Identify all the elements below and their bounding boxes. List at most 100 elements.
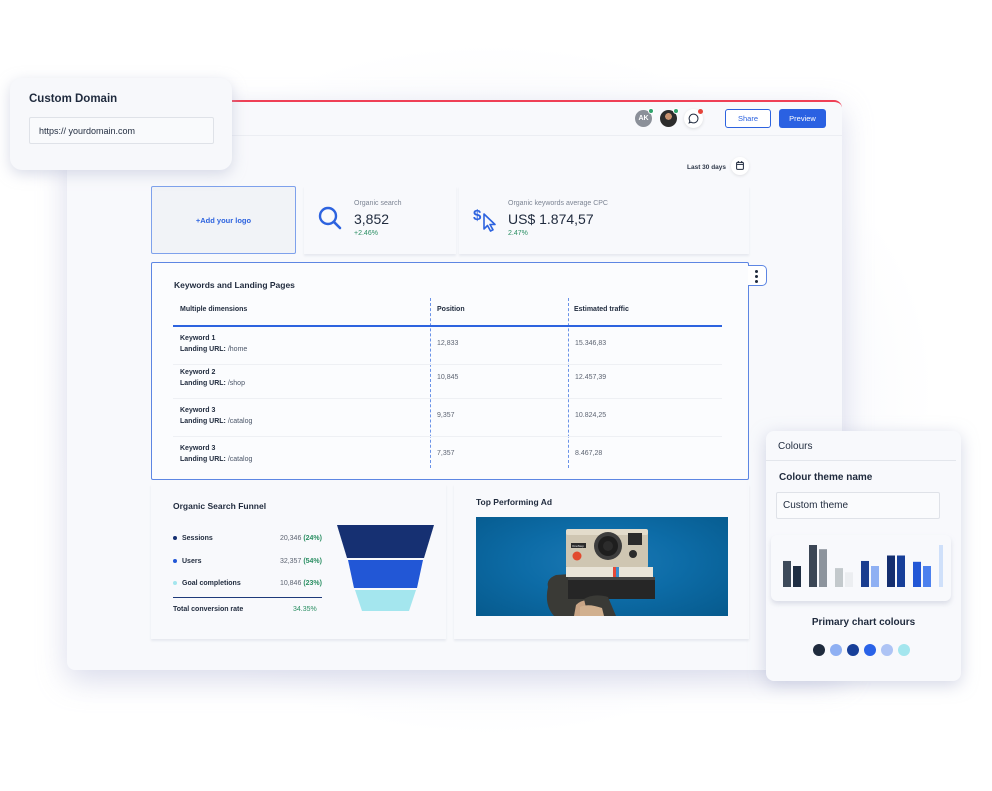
funnel-value: 32,357 [279,558,302,565]
colour-swatch-3[interactable] [847,644,859,656]
funnel-stage-sessions[interactable] [337,525,434,558]
preview-bar-3-1 [871,566,879,587]
preview-bar-1-0 [809,545,817,587]
landing-url-cell: Landing URL: /home [180,346,247,353]
primary-chart-colours-label: Primary chart colours [811,617,916,628]
position-cell: 10,845 [437,374,459,381]
preview-bar-5-0 [913,561,921,587]
colour-swatch-5[interactable] [881,644,893,656]
avatar-initials: AK [638,115,649,122]
position-cell: 7,357 [437,450,455,457]
funnel-item-value: 32,357 (54%) [280,558,322,565]
funnel-legend-item: Sessions [173,535,213,542]
table-row[interactable]: Keyword 1 Landing URL: /home 12,833 15.3… [173,327,722,365]
traffic-cell: 12.457,39 [575,374,607,381]
preview-bar-4-0 [887,555,895,587]
funnel-chart [337,525,434,611]
ad-image[interactable]: OneStep [476,517,728,616]
funnel-item-value: 10,846 (23%) [280,580,322,587]
preview-bar-0-0 [783,560,791,587]
funnel-value: 10,846 [279,580,302,587]
organic-search-funnel-widget[interactable]: Organic Search Funnel Sessions 20,346 (2… [151,484,446,639]
table-row[interactable]: Keyword 2 Landing URL: /shop 10,845 12.4… [173,361,722,399]
keyword-cell: Keyword 3 [180,445,216,452]
funnel-legend-item: Users [173,558,201,565]
search-icon [318,206,342,230]
funnel-item-label: Goal completions [182,580,241,587]
widget-more-button[interactable] [748,265,767,286]
colour-swatch-1[interactable] [813,644,825,656]
primary-colour-swatches [813,644,910,656]
kebab-dot [755,275,758,278]
colour-swatch-2[interactable] [830,644,842,656]
total-rule [173,597,322,598]
add-logo-label: +Add your logo [195,216,252,225]
preview-bar-4-1 [897,555,905,587]
svg-text:$: $ [473,207,482,224]
avatar-photo[interactable] [660,108,679,127]
theme-name-input[interactable] [776,492,940,519]
widget-title: Top Performing Ad [476,497,553,507]
funnel-stage-users[interactable] [348,560,423,588]
traffic-cell: 15.346,83 [575,340,607,347]
share-button[interactable]: Share [725,109,771,128]
top-performing-ad-widget[interactable]: Top Performing Ad OneStep [454,484,749,639]
preview-bar-2-1 [845,572,853,587]
landing-url-label: Landing URL: [180,346,226,353]
camera-badge: OneStep [572,544,584,548]
custom-domain-input[interactable] [29,117,214,144]
landing-url-cell: Landing URL: /catalog [180,418,252,425]
keyword-cell: Keyword 3 [180,407,216,414]
funnel-stage-goal-completions[interactable] [355,590,416,611]
kpi-label: Organic search [354,200,402,207]
keyword-cell: Keyword 2 [180,369,216,376]
preview-button[interactable]: Preview [779,109,826,128]
traffic-cell: 8.467,28 [575,450,603,457]
divider [766,460,956,461]
custom-domain-card: Custom Domain [10,78,232,170]
kpi-keywords-cpc: $ Organic keywords average CPC US$ 1.874… [459,186,749,254]
colour-swatch-4[interactable] [864,644,876,656]
chat-icon[interactable] [684,109,703,128]
preview-bar-2-0 [835,568,843,587]
landing-url-cell: Landing URL: /catalog [180,456,252,463]
date-range-label[interactable]: Last 30 days [687,164,726,171]
column-header[interactable]: Multiple dimensions [180,306,247,313]
preview-bar-5-1 [923,566,931,587]
kpi-label: Organic keywords average CPC [508,200,608,207]
total-conversion-value: 34.35% [293,606,317,613]
theme-preview-chart [771,535,951,601]
preview-bar-1-1 [819,549,827,587]
custom-domain-title: Custom Domain [29,93,118,105]
calendar-button[interactable] [731,157,749,175]
funnel-pct: (24%) [303,535,322,542]
add-logo-placeholder[interactable]: +Add your logo [151,186,296,254]
kpi-delta: 2.47% [508,230,528,237]
bullet-icon [173,536,177,541]
landing-url-value: /shop [225,380,245,387]
kpi-value: US$ 1.874,57 [508,211,594,227]
landing-url-value: /home [225,346,248,353]
funnel-item-value: 20,346 (24%) [280,535,322,542]
landing-url-label: Landing URL: [180,418,226,425]
funnel-pct: (54%) [303,558,322,565]
keywords-table-widget[interactable]: Keywords and Landing Pages Multiple dime… [151,262,749,480]
column-header[interactable]: Estimated traffic [574,306,629,313]
table-row[interactable]: Keyword 3 Landing URL: /catalog 9,357 10… [173,399,722,437]
landing-url-value: /catalog [225,456,253,463]
colour-swatch-6[interactable] [898,644,910,656]
position-cell: 9,357 [437,412,455,419]
avatar-ak[interactable]: AK [635,108,654,127]
kpi-organic-search: Organic search 3,852 +2.46% [304,186,456,254]
preview-bar-3-0 [861,560,869,587]
kpi-value: 3,852 [354,211,390,227]
column-header[interactable]: Position [437,306,465,313]
bullet-icon [173,581,177,586]
theme-preview-bars [783,545,943,587]
funnel-legend-item: Goal completions [173,580,241,587]
table-row[interactable]: Keyword 3 Landing URL: /catalog 7,357 8.… [173,437,722,475]
kebab-dot [755,280,758,283]
kpi-delta: +2.46% [354,230,378,237]
funnel-item-label: Sessions [182,535,213,542]
online-status-dot [648,108,654,114]
